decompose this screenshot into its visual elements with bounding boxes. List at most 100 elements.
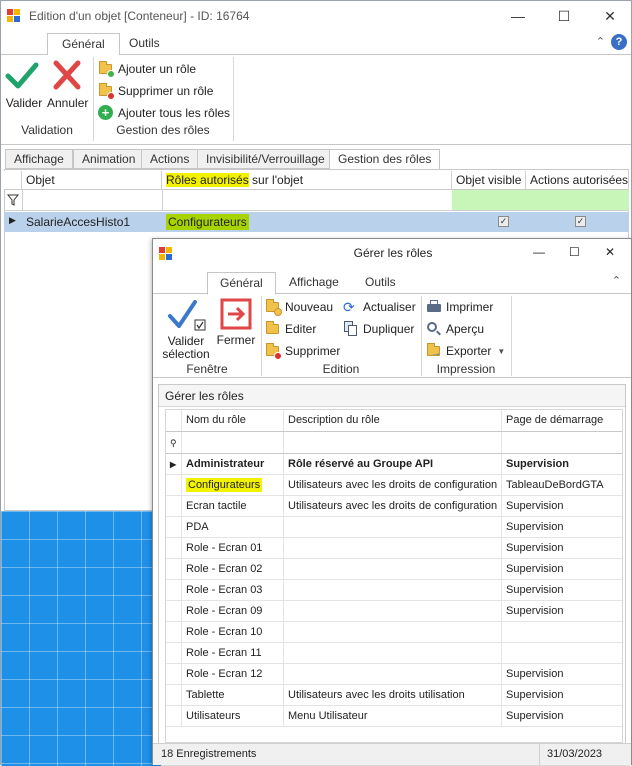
ribbon-tabs: Général Outils ⌃ ?	[1, 31, 631, 56]
table-row[interactable]: Role - Ecran 01 Supervision	[166, 538, 622, 559]
cell-nom: Role - Ecran 09	[182, 601, 284, 622]
table-row[interactable]: Role - Ecran 03 Supervision	[166, 580, 622, 601]
table-row[interactable]: Role - Ecran 12 Supervision	[166, 664, 622, 685]
exit-door-icon	[220, 298, 252, 330]
tab-actions[interactable]: Actions	[141, 149, 199, 169]
cell-nom: Role - Ecran 11	[182, 643, 284, 664]
row-indicator	[166, 517, 182, 538]
actions-checkbox[interactable]: ✓	[575, 216, 586, 227]
ribbon-general: Valider Annuler Validation Ajouter un rô…	[1, 55, 631, 145]
col-objet[interactable]: Objet	[22, 171, 162, 190]
add-all-roles-button[interactable]: + Ajouter tous les rôles	[98, 105, 230, 121]
table-row[interactable]: Role - Ecran 02 Supervision	[166, 559, 622, 580]
design-canvas	[1, 511, 161, 766]
table-row[interactable]: Ecran tactile Utilisateurs avec les droit…	[166, 496, 622, 517]
cell-description	[284, 517, 502, 538]
table-row[interactable]: Tablette Utilisateurs avec les droits uti…	[166, 685, 622, 706]
minimize-button[interactable]: —	[495, 1, 541, 31]
filter-green-cells	[452, 190, 629, 210]
nouveau-button[interactable]: Nouveau	[265, 299, 333, 316]
col-description[interactable]: Description du rôle	[284, 410, 502, 431]
minimize-button[interactable]: —	[533, 245, 545, 259]
tab-gestion-roles[interactable]: Gestion des rôles	[329, 149, 441, 170]
actualiser-button[interactable]: ⟳ Actualiser	[343, 299, 416, 315]
table-row[interactable]: Utilisateurs Menu Utilisateur Supervision	[166, 706, 622, 727]
status-date: 31/03/2023	[547, 748, 603, 760]
table-row[interactable]: Role - Ecran 10	[166, 622, 622, 643]
cell-description: Utilisateurs avec les droits de configur…	[284, 475, 502, 496]
exporter-button[interactable]: → Exporter ▼	[426, 343, 505, 359]
tab-affichage[interactable]: Affichage	[277, 272, 351, 295]
tab-general[interactable]: Général	[47, 33, 120, 56]
add-all-roles-label: Ajouter tous les rôles	[118, 106, 231, 120]
dropdown-arrow-icon: ▼	[497, 346, 506, 356]
filter-row[interactable]: ⚲	[166, 432, 622, 454]
delete-role-button[interactable]: Supprimer un rôle	[98, 83, 213, 100]
collapse-ribbon-icon[interactable]: ⌃	[612, 274, 621, 287]
help-icon[interactable]: ?	[611, 34, 627, 50]
row-indicator	[166, 538, 182, 559]
app-icon	[7, 9, 21, 23]
collapse-ribbon-icon[interactable]: ⌃	[596, 35, 605, 48]
table-row[interactable]: Configurateurs Utilisateurs avec les droi…	[166, 475, 622, 496]
tab-affichage[interactable]: Affichage	[5, 149, 73, 169]
export-icon: →	[426, 343, 442, 359]
table-row[interactable]: Role - Ecran 09 Supervision	[166, 601, 622, 622]
group-label-validation: Validation	[21, 123, 73, 137]
filter-icon	[7, 194, 19, 206]
cell-page: Supervision	[506, 521, 564, 533]
col-roles[interactable]: Rôles autorisés sur l'objet	[162, 171, 452, 190]
row-indicator	[166, 685, 182, 706]
close-button[interactable]: ✕	[605, 245, 615, 259]
visible-checkbox[interactable]: ✓	[498, 216, 509, 227]
col-actions[interactable]: Actions autorisées	[526, 171, 629, 190]
cell-nom: Configurateurs	[182, 475, 284, 496]
imprimer-button[interactable]: Imprimer	[426, 299, 493, 315]
manage-roles-window: Gérer les rôles — ☐ ✕ Général Affichage …	[152, 238, 632, 766]
table-row[interactable]: ▶ Administrateur Rôle réservé au Groupe AP…	[166, 454, 622, 475]
dupliquer-button[interactable]: Dupliquer	[343, 321, 414, 337]
tab-general[interactable]: Général	[207, 272, 276, 295]
filter-row[interactable]	[4, 190, 629, 211]
maximize-button[interactable]: ☐	[569, 245, 580, 259]
maximize-button[interactable]: ☐	[541, 1, 587, 31]
window-title: Edition d'un objet [Conteneur] - ID: 167…	[29, 9, 250, 23]
panel-title: Gérer les rôles	[159, 385, 625, 407]
cell-nom: Role - Ecran 03	[182, 580, 284, 601]
add-role-button[interactable]: Ajouter un rôle	[98, 61, 196, 78]
tab-invisibilite[interactable]: Invisibilité/Verrouillage	[197, 149, 334, 169]
tab-outils[interactable]: Outils	[117, 33, 172, 56]
fermer-button[interactable]: Fermer	[215, 298, 257, 348]
refresh-icon: ⟳	[343, 299, 355, 315]
group-label-impression: Impression	[436, 362, 496, 376]
folder-delete-icon	[265, 343, 282, 360]
editer-button[interactable]: Editer	[265, 321, 316, 337]
col-visible[interactable]: Objet visible	[452, 171, 526, 190]
row-indicator	[166, 664, 182, 685]
cell-page: Supervision	[506, 584, 564, 596]
tab-outils[interactable]: Outils	[353, 272, 408, 295]
tab-animation[interactable]: Animation	[73, 149, 145, 169]
roles-ribbon-tabs: Général Affichage Outils ⌃	[153, 270, 631, 295]
table-row[interactable]: Role - Ecran 11	[166, 643, 622, 664]
cell-nom: Utilisateurs	[182, 706, 284, 727]
col-page-demarrage[interactable]: Page de démarrage	[502, 410, 622, 431]
valider-button[interactable]: Valider	[5, 59, 43, 113]
table-row[interactable]: PDA Supervision	[166, 517, 622, 538]
cell-page	[502, 643, 622, 664]
annuler-label: Annuler	[47, 96, 89, 110]
folder-add-icon	[98, 61, 115, 78]
apercu-button[interactable]: Aperçu	[426, 321, 484, 337]
group-label-edition: Edition	[322, 362, 360, 376]
supprimer-button[interactable]: Supprimer	[265, 343, 340, 360]
cell-description	[284, 643, 502, 664]
annuler-button[interactable]: Annuler	[47, 59, 89, 113]
close-button[interactable]: ✕	[587, 1, 632, 31]
col-nom-role[interactable]: Nom du rôle	[182, 410, 284, 431]
cell-nom: Ecran tactile	[182, 496, 284, 517]
table-row[interactable]: ▶ SalarieAccesHisto1 Configurateurs ✓ ✓	[4, 212, 629, 232]
valider-selection-button[interactable]: Valider sélection	[161, 298, 211, 361]
row-indicator	[166, 496, 182, 517]
cell-description	[284, 664, 502, 685]
folder-delete-icon	[98, 83, 115, 100]
